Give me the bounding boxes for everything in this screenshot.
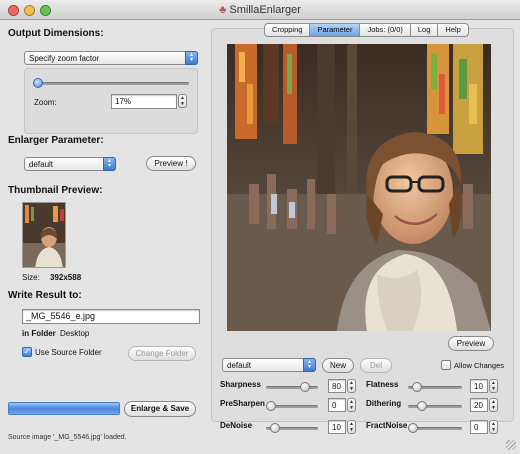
zoom-field[interactable]: 17% bbox=[111, 94, 177, 109]
thumbnail-image bbox=[22, 202, 66, 268]
write-result-heading: Write Result to: bbox=[8, 290, 82, 301]
dithering-slider-knob[interactable] bbox=[416, 401, 427, 411]
dithering-field[interactable]: 20 bbox=[470, 398, 488, 412]
enlarger-parameter-heading: Enlarger Parameter: bbox=[8, 135, 104, 146]
flatness-label: Flatness bbox=[366, 380, 399, 389]
change-folder-button[interactable]: Change Folder bbox=[128, 346, 196, 361]
fractnoise-field[interactable]: 0 bbox=[470, 420, 488, 434]
select-arrows-icon bbox=[185, 51, 198, 65]
select-arrows-icon bbox=[303, 358, 316, 372]
status-text: Source image '_MG_5546.jpg' loaded. bbox=[8, 434, 127, 441]
zoom-slider-track[interactable] bbox=[33, 82, 189, 85]
tab-help[interactable]: Help bbox=[438, 23, 469, 37]
presharpen-slider-knob[interactable] bbox=[266, 401, 276, 411]
use-source-folder-label: Use Source Folder bbox=[35, 348, 102, 357]
progress-fill bbox=[9, 403, 119, 414]
tab-parameter[interactable]: Parameter bbox=[310, 23, 361, 37]
allow-changes-label: Allow Changes bbox=[454, 361, 505, 370]
delete-preset-button[interactable]: Del bbox=[360, 358, 392, 373]
app-icon: ♣ bbox=[219, 4, 230, 16]
sharpness-field[interactable]: 80 bbox=[328, 379, 346, 393]
zoom-slider-knob[interactable] bbox=[33, 78, 43, 88]
zoom-stepper[interactable]: ▲ ▼ bbox=[178, 94, 187, 108]
enlarger-preset-value: default bbox=[29, 160, 54, 169]
presharpen-field[interactable]: 0 bbox=[328, 398, 346, 412]
thumbnail-size-label: Size: bbox=[22, 273, 40, 282]
denoise-stepper[interactable]: ▲ ▼ bbox=[347, 420, 356, 434]
enlarger-preset-select[interactable]: default bbox=[24, 157, 116, 171]
folder-value: Desktop bbox=[60, 329, 90, 338]
preview-image bbox=[227, 44, 491, 331]
progress-bar bbox=[8, 402, 120, 415]
title-bar: ♣ SmillaEnlarger bbox=[0, 0, 520, 20]
in-folder-label: in Folder bbox=[22, 329, 56, 338]
select-arrows-icon bbox=[103, 157, 116, 171]
flatness-stepper[interactable]: ▲ ▼ bbox=[489, 379, 498, 393]
resize-grip[interactable] bbox=[506, 440, 516, 450]
tab-log[interactable]: Log bbox=[410, 23, 439, 37]
window-title: ♣ SmillaEnlarger bbox=[219, 4, 301, 16]
output-dimensions-heading: Output Dimensions: bbox=[8, 28, 104, 39]
sharpness-slider-knob[interactable] bbox=[299, 382, 310, 392]
preview-button[interactable]: Preview bbox=[448, 336, 494, 351]
use-source-folder-checkbox[interactable]: ✓ bbox=[22, 347, 32, 357]
tab-jobs[interactable]: Jobs: (0/0) bbox=[360, 23, 411, 37]
dithering-label: Dithering bbox=[366, 399, 402, 408]
fractnoise-stepper[interactable]: ▲ ▼ bbox=[489, 420, 498, 434]
preview-bang-button[interactable]: Preview ! bbox=[146, 156, 196, 171]
tab-bar: Cropping Parameter Jobs: (0/0) Log Help bbox=[264, 23, 469, 37]
sharpness-stepper[interactable]: ▲ ▼ bbox=[347, 379, 356, 393]
allow-changes-checkbox[interactable] bbox=[441, 360, 451, 370]
sharpness-slider-track[interactable] bbox=[266, 386, 318, 389]
enlarge-save-button[interactable]: Enlarge & Save bbox=[124, 401, 196, 417]
presharpen-label: PreSharpen bbox=[220, 399, 265, 408]
output-mode-select[interactable]: Specify zoom factor bbox=[24, 51, 198, 65]
fractnoise-slider-knob[interactable] bbox=[408, 423, 418, 433]
denoise-field[interactable]: 10 bbox=[328, 420, 346, 434]
sharpness-label: Sharpness bbox=[220, 380, 261, 389]
denoise-slider-knob[interactable] bbox=[270, 423, 281, 433]
output-filename-field[interactable]: _MG_5546_e.jpg bbox=[22, 309, 200, 324]
denoise-label: DeNoise bbox=[220, 421, 253, 430]
thumbnail-preview-heading: Thumbnail Preview: bbox=[8, 185, 103, 196]
dithering-stepper[interactable]: ▲ ▼ bbox=[489, 398, 498, 412]
param-preset-value: default bbox=[227, 361, 252, 370]
thumbnail-size-value: 392x588 bbox=[50, 273, 82, 282]
presharpen-stepper[interactable]: ▲ ▼ bbox=[347, 398, 356, 412]
fractnoise-label: FractNoise bbox=[366, 421, 408, 430]
output-mode-value: Specify zoom factor bbox=[29, 54, 100, 63]
tab-cropping[interactable]: Cropping bbox=[264, 23, 311, 37]
zoom-label: Zoom: bbox=[34, 98, 57, 107]
flatness-field[interactable]: 10 bbox=[470, 379, 488, 393]
main-window: Output Dimensions: Specify zoom factor Z… bbox=[0, 20, 520, 454]
new-preset-button[interactable]: New bbox=[322, 358, 354, 373]
param-preset-select[interactable]: default bbox=[222, 358, 316, 372]
